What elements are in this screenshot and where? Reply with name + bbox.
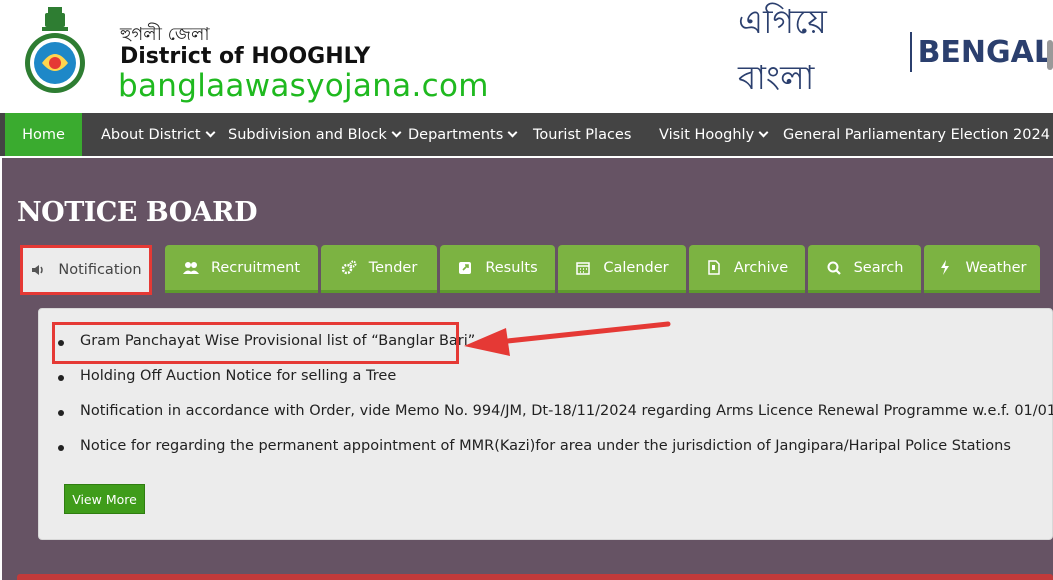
tab-archive[interactable]: Archive [689, 245, 805, 293]
tab-weather[interactable]: Weather [924, 245, 1040, 293]
district-title: District of HOOGHLY [120, 44, 371, 69]
file-archive-icon [706, 260, 722, 276]
chevron-down-icon [758, 127, 769, 137]
red-highlight-box-item [52, 322, 459, 364]
nav-about-label: About District [101, 126, 201, 143]
brand-english: BENGAL [917, 34, 1053, 70]
tab-results-label: Results [485, 259, 538, 276]
red-highlight-box-tab [20, 245, 152, 295]
list-bullet [58, 445, 64, 451]
nav-visit-label: Visit Hooghly [659, 126, 755, 143]
watermark-text: banglaawasyojana.com [118, 68, 489, 104]
brand-divider [909, 32, 912, 72]
scrollbar-edge[interactable] [1047, 40, 1053, 70]
tab-search[interactable]: Search [808, 245, 921, 293]
nav-home-label: Home [22, 126, 65, 143]
lightning-bolt-icon [937, 260, 953, 276]
tab-recruitment[interactable]: Recruitment [165, 245, 318, 293]
brand-bengali: এগিয়ে বাংলা [738, 2, 827, 97]
notice-item-arms-licence[interactable]: Notification in accordance with Order, v… [80, 403, 1053, 419]
nav-visit-hooghly[interactable]: Visit Hooghly [659, 113, 769, 156]
notice-item-mmr-kazi[interactable]: Notice for regarding the permanent appoi… [80, 438, 1011, 454]
tab-calender-label: Calender [603, 259, 669, 276]
tab-weather-label: Weather [965, 259, 1027, 276]
chevron-down-icon [507, 127, 518, 137]
external-link-icon [457, 260, 473, 276]
tab-recruitment-label: Recruitment [210, 259, 301, 276]
egiye-bangla-logo: এগিয়ে বাংলা BENGAL [738, 2, 1053, 97]
tab-tender-label: Tender [368, 259, 418, 276]
calendar-icon [575, 260, 591, 276]
tab-search-label: Search [853, 259, 904, 276]
chevron-down-icon [391, 127, 402, 137]
main-navbar: Home About District Subdivision and Bloc… [0, 113, 1053, 156]
nav-home[interactable]: Home [5, 113, 82, 156]
west-bengal-emblem-icon [25, 7, 85, 93]
nav-subdivision-block[interactable]: Subdivision and Block [228, 113, 402, 156]
notice-board-title: NOTICE BOARD [17, 197, 258, 228]
search-icon [826, 260, 842, 276]
nav-departments-label: Departments [408, 126, 504, 143]
gears-icon [341, 260, 357, 276]
tab-results[interactable]: Results [440, 245, 555, 293]
tab-archive-label: Archive [733, 259, 789, 276]
list-bullet [58, 375, 64, 381]
site-header: হুগলী জেলা District of HOOGHLY banglaawa… [0, 0, 1053, 113]
nav-about-district[interactable]: About District [101, 113, 216, 156]
nav-departments[interactable]: Departments [408, 113, 518, 156]
nav-election-2024[interactable]: General Parliamentary Election 2024 [783, 113, 1050, 156]
tab-calender[interactable]: Calender [558, 245, 686, 293]
nav-election-label: General Parliamentary Election 2024 [783, 126, 1050, 143]
nav-tourist-places[interactable]: Tourist Places [533, 113, 631, 156]
chevron-down-icon [205, 127, 216, 137]
list-bullet [58, 410, 64, 416]
view-more-button[interactable]: View More [64, 484, 145, 514]
notice-item-auction[interactable]: Holding Off Auction Notice for selling a… [80, 368, 396, 384]
users-icon [182, 260, 199, 276]
nav-tourist-label: Tourist Places [533, 126, 632, 143]
red-arrow-icon [464, 321, 671, 356]
tab-tender[interactable]: Tender [321, 245, 437, 293]
nav-subdivision-label: Subdivision and Block [228, 126, 387, 143]
next-section-edge [17, 574, 1053, 580]
